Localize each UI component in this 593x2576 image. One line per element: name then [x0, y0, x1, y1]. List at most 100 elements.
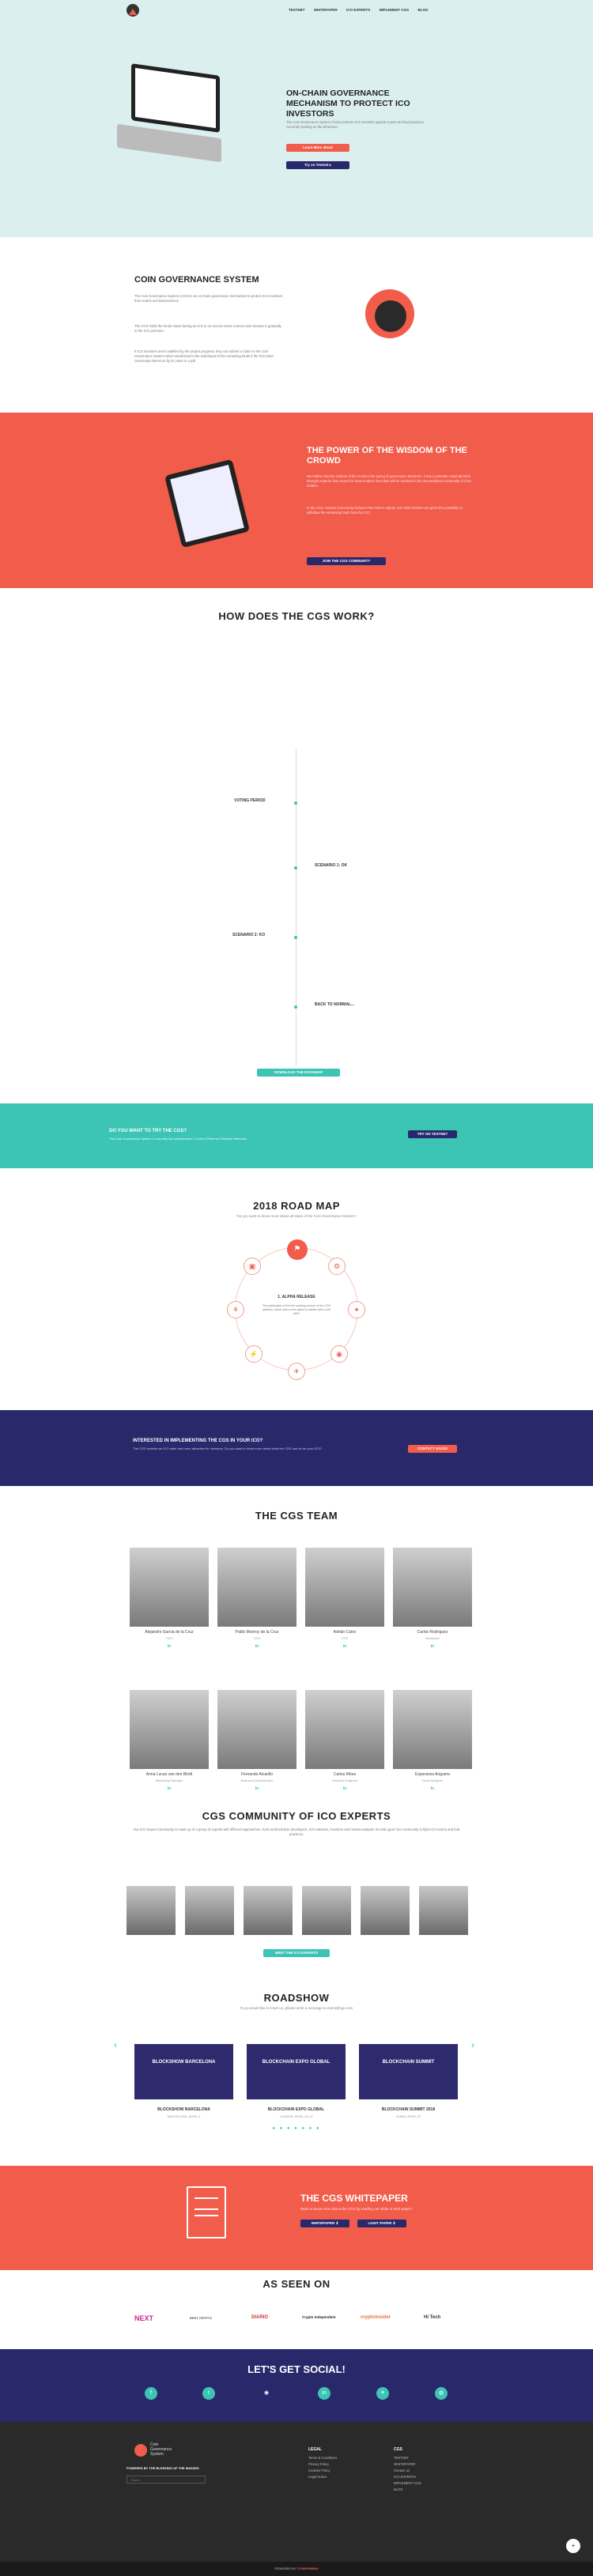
- press-logo[interactable]: Crypto Independent: [302, 2315, 336, 2319]
- roadshow-subtitle: If you would like to meet us, please wri…: [240, 2006, 353, 2010]
- timeline-dot: [294, 801, 297, 805]
- member-photo: [305, 1548, 384, 1627]
- nav-whitepaper[interactable]: WHITEPAPER: [314, 8, 338, 12]
- cgs-paragraph-2: The CGS holds the funds raised during an…: [134, 324, 281, 334]
- expert-photo[interactable]: [127, 1886, 176, 1935]
- hero-text: The Coin Governance System (CGS) protect…: [286, 120, 425, 130]
- scroll-top-button[interactable]: +: [566, 2539, 580, 2553]
- tablet-image: [164, 458, 251, 549]
- crowd-title: THE POWER OF THE WISDOM OF THE CROWD: [307, 446, 467, 466]
- carousel-dots[interactable]: ● ● ● ● ● ● ●: [0, 2126, 593, 2131]
- linkedin-icon[interactable]: in: [130, 1786, 209, 1791]
- roadmap-step-3-icon[interactable]: ✦: [348, 1301, 365, 1318]
- footer-link[interactable]: Privacy Policy: [308, 2461, 337, 2468]
- event-card[interactable]: BLOCKCHAIN SUMMIT BLOCKCHAIN SUMMIT 2018 D…: [359, 2044, 458, 2118]
- footer-link[interactable]: Terms & Conditions: [308, 2455, 337, 2461]
- linkedin-icon[interactable]: in: [305, 1644, 384, 1649]
- cgs-paragraph-3: If ICO investors aren't satisfied by the…: [134, 349, 274, 364]
- press-logo[interactable]: Hi Tech: [424, 2315, 440, 2320]
- meet-experts-button[interactable]: MEET THE ICO EXPERTS: [263, 1949, 330, 1957]
- github-icon[interactable]: ◍: [435, 2387, 448, 2400]
- footer-search-input[interactable]: Search: [127, 2476, 206, 2484]
- try-testnet-button[interactable]: Try on Testnet ▸: [286, 161, 349, 169]
- download-whitepaper-button[interactable]: WHITEPAPER ⬇: [300, 2220, 349, 2227]
- footer-logo-icon[interactable]: [134, 2444, 147, 2457]
- facebook-icon[interactable]: f: [145, 2387, 157, 2400]
- roadmap-step-6-icon[interactable]: ⚡: [245, 1345, 263, 1363]
- team-member: Alejandro Garcia de la Cruz CEO in: [130, 1548, 209, 1649]
- expert-photo[interactable]: [302, 1886, 351, 1935]
- roadmap-active-icon[interactable]: ⚑: [287, 1239, 308, 1260]
- member-photo: [217, 1690, 296, 1769]
- site-logo-icon[interactable]: [127, 4, 139, 17]
- nav-ico-experts[interactable]: ICO EXPERTS: [346, 8, 370, 12]
- roadmap-step-2-icon[interactable]: ⚙: [328, 1258, 346, 1275]
- linkedin-icon[interactable]: in: [217, 1644, 296, 1649]
- roadshow-section: ROADSHOW If you would like to meet us, p…: [0, 1992, 593, 2166]
- expert-photo[interactable]: [361, 1886, 410, 1935]
- expert-photo[interactable]: [244, 1886, 293, 1935]
- roadmap-step-desc: The publication of the first working ver…: [262, 1304, 331, 1316]
- learn-more-button[interactable]: Learn More about: [286, 144, 349, 152]
- roadmap-step-8-icon[interactable]: ▣: [244, 1258, 261, 1275]
- linkedin-icon[interactable]: in: [318, 2387, 330, 2400]
- download-roadmap-button[interactable]: DOWNLOAD THE ROADMAP: [257, 1069, 340, 1077]
- footer-link[interactable]: Cookies Policy: [308, 2468, 337, 2474]
- team-section: THE CGS TEAM Alejandro Garcia de la Cruz…: [0, 1486, 593, 1810]
- cgs-logo-icon: [365, 289, 414, 338]
- experts-title: CGS COMMUNITY OF ICO EXPERTS: [202, 1810, 391, 1822]
- expert-photo[interactable]: [419, 1886, 468, 1935]
- footer-link[interactable]: IMPLEMENT CGS: [394, 2480, 421, 2487]
- footer-link[interactable]: BLOG: [394, 2487, 421, 2493]
- download-lightpaper-button[interactable]: LIGHT PAPER ⬇: [357, 2220, 406, 2227]
- press-logo[interactable]: cryptoinsider: [361, 2315, 391, 2320]
- roadmap-step-5-icon[interactable]: ✈: [288, 1363, 305, 1380]
- nav-implement-cgs[interactable]: IMPLEMENT CGS: [380, 8, 410, 12]
- team-member: Esperanza Anguera Head Designer in: [393, 1690, 472, 1791]
- social-section: LET'S GET SOCIAL! f t ◉ M in ✈ ◍: [0, 2349, 593, 2422]
- how-title: HOW DOES THE CGS WORK?: [218, 610, 375, 622]
- roadmap-step-4-icon[interactable]: ◉: [330, 1345, 348, 1363]
- linkedin-icon[interactable]: in: [393, 1644, 472, 1649]
- press-logo[interactable]: NEXT: [134, 2314, 153, 2322]
- footer-link[interactable]: ICO EXPERTS: [394, 2474, 421, 2480]
- expert-photo[interactable]: [185, 1886, 234, 1935]
- press-logo[interactable]: BEST CRYPTO: [190, 2316, 212, 2320]
- cgs-title: COIN GOVERNANCE SYSTEM: [134, 275, 259, 285]
- twitter-icon[interactable]: t: [202, 2387, 215, 2400]
- try-testnet-cta-button[interactable]: TRY ON TESTNET: [408, 1130, 457, 1138]
- event-card[interactable]: BLOCKCHAIN EXPO GLOBAL BLOCKCHAIN EXPO GL…: [247, 2044, 346, 2118]
- carousel-next-icon[interactable]: ›: [471, 2039, 474, 2050]
- seen-on-section: AS SEEN ON NEXT BEST CRYPTO DIARIO Crypt…: [0, 2270, 593, 2349]
- footer-powered-text: POWERED BY THE BLESSING OF THE MASSES: [127, 2466, 199, 2470]
- telegram-icon[interactable]: ✈: [376, 2387, 389, 2400]
- try-title: DO YOU WANT TO TRY THE CGS?: [109, 1129, 187, 1133]
- footer-link[interactable]: Contact us: [394, 2468, 421, 2474]
- footer-link[interactable]: WHITEPAPER: [394, 2461, 421, 2468]
- reddit-icon[interactable]: ◉: [260, 2387, 273, 2400]
- join-community-button[interactable]: JOIN THE CGS COMMUNITY: [307, 557, 386, 565]
- nav-testnet[interactable]: TESTNET: [289, 8, 305, 12]
- member-photo: [130, 1548, 209, 1627]
- team-member: Carlos Rodríguez Developer in: [393, 1548, 472, 1649]
- footer-col-legal: LEGAL Terms & Conditions Privacy Policy …: [308, 2447, 338, 2480]
- roadmap-step-7-icon[interactable]: ⚘: [227, 1301, 244, 1318]
- contact-sales-button[interactable]: CONTACT SALES: [408, 1445, 457, 1453]
- footer-link[interactable]: TESTNET: [394, 2455, 421, 2461]
- seen-on-title: AS SEEN ON: [263, 2278, 330, 2290]
- roadmap-section: 2018 ROAD MAP Do you want to know more a…: [0, 1168, 593, 1410]
- try-section: DO YOU WANT TO TRY THE CGS? The Coin Gov…: [0, 1103, 593, 1168]
- linkedin-icon[interactable]: in: [393, 1786, 472, 1791]
- linkedin-icon[interactable]: in: [130, 1644, 209, 1649]
- footer-link[interactable]: Legal Notice: [308, 2474, 337, 2480]
- linkedin-icon[interactable]: in: [217, 1786, 296, 1791]
- footer-brand: Coin Governance System: [150, 2442, 172, 2457]
- team-title: THE CGS TEAM: [255, 1510, 338, 1522]
- event-card[interactable]: BLOCKSHOW BARCELONA BLOCKSHOW BARCELONA BA…: [134, 2044, 233, 2118]
- press-logo[interactable]: DIARIO: [251, 2315, 268, 2320]
- hero-section: ON-CHAIN GOVERNANCE MECHANISM TO PROTECT…: [0, 22, 593, 237]
- carousel-prev-icon[interactable]: ‹: [114, 2039, 117, 2050]
- nav-blog[interactable]: BLOG: [418, 8, 429, 12]
- linkedin-icon[interactable]: in: [305, 1786, 384, 1791]
- try-text: The Coin Governance System is currently …: [109, 1137, 247, 1141]
